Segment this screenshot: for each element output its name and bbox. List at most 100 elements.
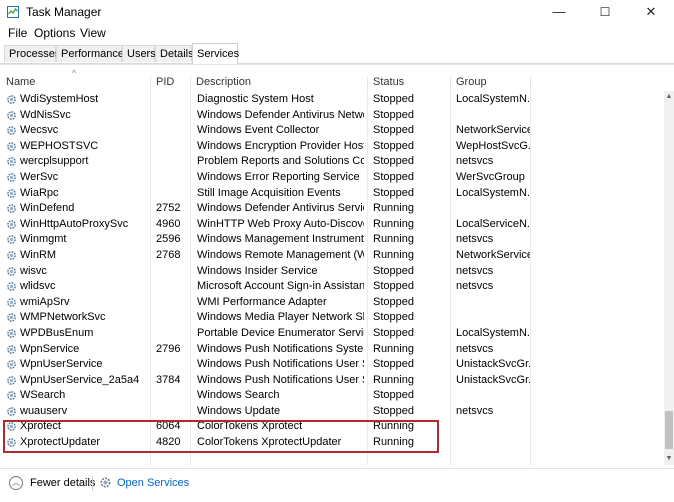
service-row[interactable]: WpnUserService_2a5a4 3784 Windows Push Not…: [0, 373, 664, 389]
menu-options[interactable]: Options: [34, 26, 75, 40]
tab-strip: Processes Performance Users Details Serv…: [0, 43, 674, 64]
service-name: WerSvc: [20, 170, 59, 183]
service-row[interactable]: wercplsupport Problem Reports and Solutio…: [0, 154, 664, 170]
column-header-group[interactable]: Group: [450, 71, 530, 91]
service-gear-icon: [6, 266, 17, 277]
service-pid: 4960: [156, 217, 181, 230]
scrollbar-thumb[interactable]: [665, 411, 673, 449]
service-gear-icon: [6, 328, 17, 339]
service-group: UnistackSvcGr...: [456, 358, 530, 371]
service-description: Windows Insider Service: [197, 264, 318, 277]
service-description: Still Image Acquisition Events: [197, 186, 341, 199]
service-group: NetworkService: [456, 124, 530, 137]
service-status: Stopped: [373, 389, 414, 402]
tab-details[interactable]: Details: [155, 45, 194, 62]
service-description: Windows Push Notifications User Se...: [197, 358, 364, 371]
service-name: wuauserv: [20, 404, 68, 417]
service-description: WMI Performance Adapter: [197, 295, 327, 308]
service-row[interactable]: WPDBusEnum Portable Device Enumerator Ser…: [0, 326, 664, 342]
service-row[interactable]: WpnUserService Windows Push Notifications…: [0, 357, 664, 373]
service-status: Stopped: [373, 326, 414, 339]
fewer-details-button[interactable]: Fewer details: [30, 477, 95, 489]
close-button[interactable]: ✕: [628, 0, 674, 24]
service-row[interactable]: WpnService 2796 Windows Push Notifications…: [0, 342, 664, 358]
service-row[interactable]: wlidsvc Microsoft Account Sign-in Assista…: [0, 279, 664, 295]
service-row[interactable]: WMPNetworkSvc Windows Media Player Networ…: [0, 310, 664, 326]
service-name: WinDefend: [20, 202, 75, 215]
service-row[interactable]: WdiSystemHost Diagnostic System Host Stopp…: [0, 92, 664, 108]
service-description: Windows Media Player Network Sha...: [197, 311, 364, 324]
service-group: netsvcs: [456, 404, 494, 417]
service-name: WSearch: [20, 389, 66, 402]
service-row[interactable]: WinHttpAutoProxySvc 4960 WinHTTP Web Proxy…: [0, 217, 664, 233]
service-gear-icon: [6, 141, 17, 152]
service-description: WinHTTP Web Proxy Auto-Discover...: [197, 217, 364, 230]
column-header-row: ^ Name PID Description Status Group: [0, 68, 664, 91]
service-gear-icon: [6, 172, 17, 183]
service-gear-icon: [6, 375, 17, 386]
service-pid: 2752: [156, 202, 181, 215]
vertical-scrollbar[interactable]: ▲ ▼: [664, 91, 674, 465]
service-group: WerSvcGroup: [456, 170, 525, 183]
menu-view[interactable]: View: [80, 26, 106, 40]
service-group: netsvcs: [456, 342, 494, 355]
minimize-button[interactable]: —: [536, 0, 582, 24]
chevron-up-icon[interactable]: ︿: [9, 476, 23, 490]
service-row[interactable]: WiaRpc Still Image Acquisition Events Stop…: [0, 186, 664, 202]
maximize-button[interactable]: ☐: [582, 0, 628, 24]
service-status: Stopped: [373, 93, 414, 105]
service-status: Running: [373, 248, 414, 261]
service-group: netsvcs: [456, 280, 494, 293]
service-gear-icon: [6, 297, 17, 308]
service-description: Windows Push Notifications User Se...: [197, 373, 364, 386]
highlight-box: [3, 420, 439, 453]
service-gear-icon: [6, 390, 17, 401]
service-name: wisvc: [20, 264, 47, 277]
service-row[interactable]: wuauserv Windows Update Stopped netsvcs: [0, 404, 664, 420]
scroll-down-arrow-icon[interactable]: ▼: [664, 453, 674, 465]
service-status: Running: [373, 202, 414, 215]
column-header-description[interactable]: Description: [190, 71, 367, 91]
service-status: Stopped: [373, 139, 414, 152]
service-description: Windows Defender Antivirus Service: [197, 202, 364, 215]
service-row[interactable]: WEPHOSTSVC Windows Encryption Provider Ho…: [0, 139, 664, 155]
service-status: Stopped: [373, 170, 414, 183]
service-row[interactable]: WdNisSvc Windows Defender Antivirus Netwo…: [0, 108, 664, 124]
service-group: netsvcs: [456, 264, 494, 277]
column-header-name[interactable]: Name: [0, 71, 150, 91]
task-manager-icon: [7, 6, 19, 18]
service-name: WEPHOSTSVC: [20, 139, 99, 152]
service-status: Stopped: [373, 108, 414, 121]
service-name: WpnUserService_2a5a4: [20, 373, 140, 386]
service-gear-icon: [6, 188, 17, 199]
service-row[interactable]: WinRM 2768 Windows Remote Management (WS..…: [0, 248, 664, 264]
service-row[interactable]: WerSvc Windows Error Reporting Service Sto…: [0, 170, 664, 186]
service-row[interactable]: Winmgmt 2596 Windows Management Instrument…: [0, 232, 664, 248]
tab-services[interactable]: Services: [192, 43, 239, 64]
service-row[interactable]: Wecsvc Windows Event Collector Stopped Netw…: [0, 123, 664, 139]
service-row[interactable]: WSearch Windows Search Stopped: [0, 388, 664, 404]
service-row[interactable]: wisvc Windows Insider Service Stopped netsv…: [0, 264, 664, 280]
column-header-pid[interactable]: PID: [150, 71, 190, 91]
menu-file[interactable]: File: [8, 26, 27, 40]
service-gear-icon: [6, 219, 17, 230]
service-gear-icon: [6, 94, 17, 105]
service-group: LocalSystemN...: [456, 93, 530, 105]
service-description: Windows Update: [197, 404, 281, 417]
service-row[interactable]: WinDefend 2752 Windows Defender Antivirus …: [0, 201, 664, 217]
scroll-up-arrow-icon[interactable]: ▲: [664, 91, 674, 103]
tab-performance[interactable]: Performance: [56, 45, 124, 62]
service-gear-icon: [6, 110, 17, 121]
service-gear-icon: [6, 281, 17, 292]
tab-users[interactable]: Users: [122, 45, 156, 62]
open-services-link[interactable]: Open Services: [117, 477, 189, 489]
service-description: Diagnostic System Host: [197, 93, 314, 105]
tab-processes[interactable]: Processes: [4, 45, 60, 62]
column-header-status[interactable]: Status: [367, 71, 450, 91]
service-gear-icon: [6, 359, 17, 370]
service-status: Running: [373, 233, 414, 246]
service-gear-icon: [6, 203, 17, 214]
service-status: Running: [373, 342, 414, 355]
window-title: Task Manager: [26, 5, 102, 19]
service-row[interactable]: wmiApSrv WMI Performance Adapter Stopped: [0, 295, 664, 311]
